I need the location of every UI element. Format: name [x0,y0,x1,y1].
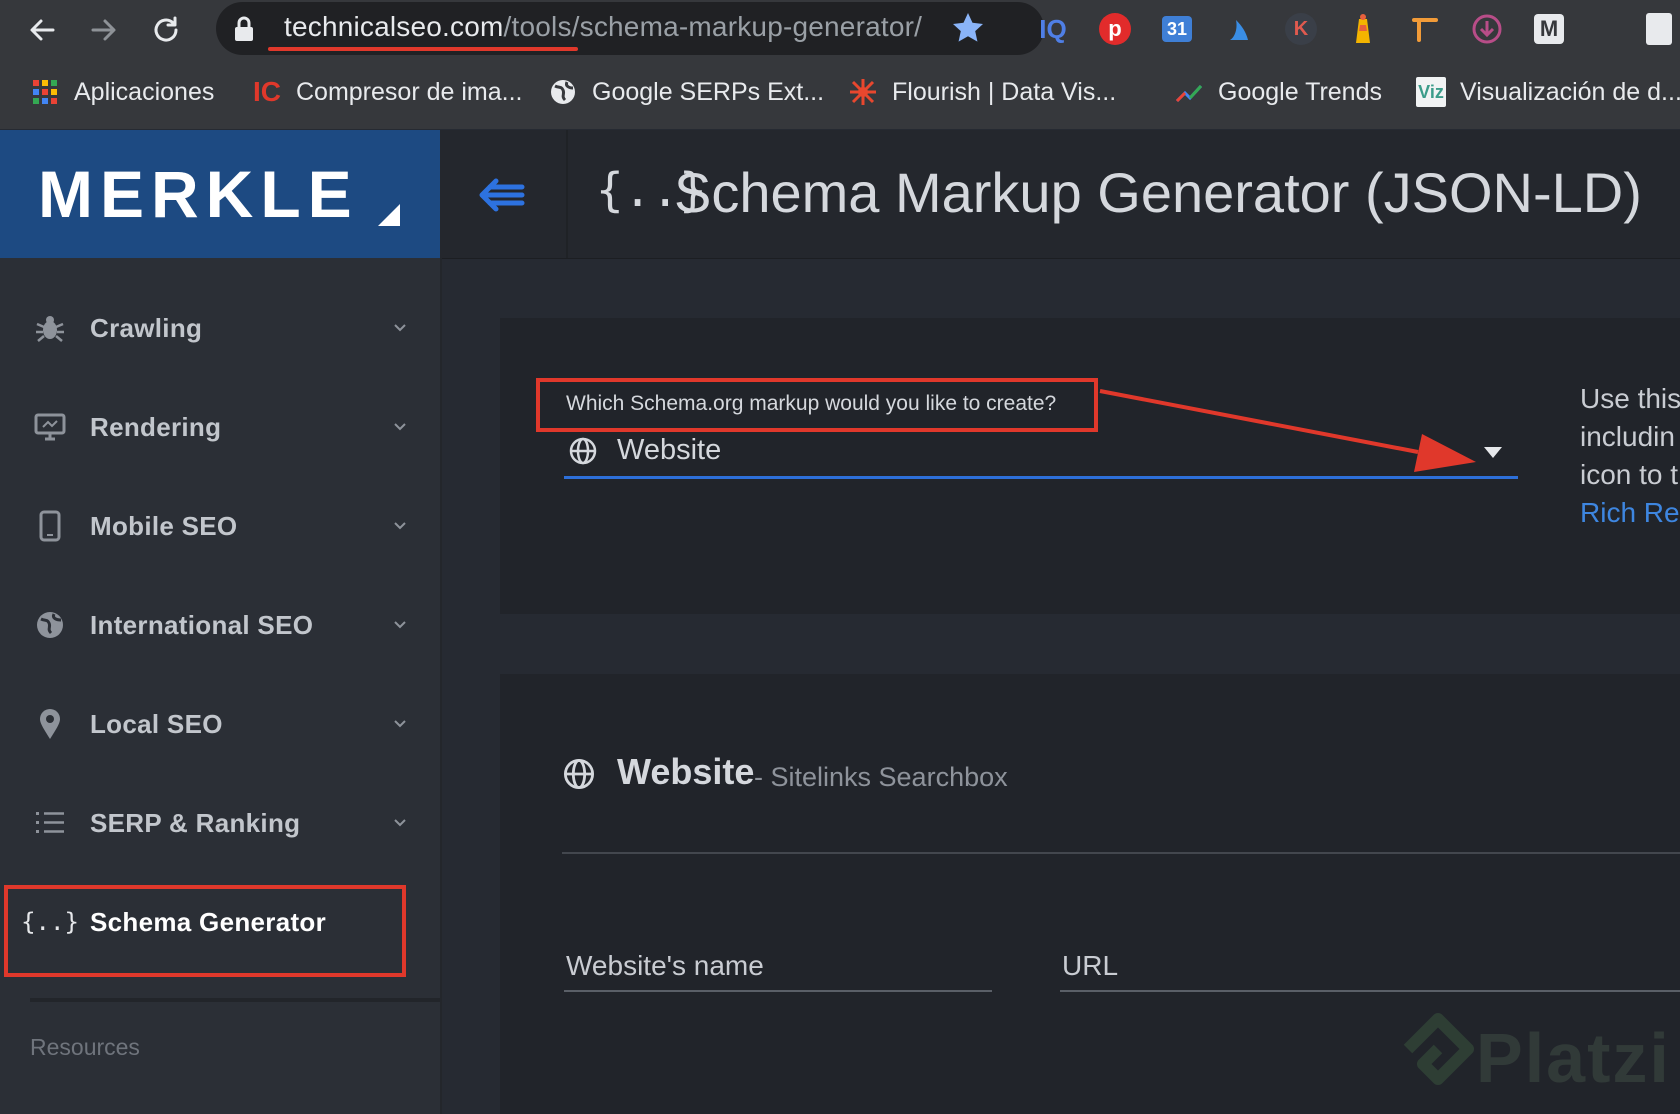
chevron-down-icon [390,714,410,734]
help-text: Use this includin icon to t Rich Res [1580,380,1680,532]
url-domain: technicalseo.com [284,11,504,42]
viz-icon: Viz [1416,77,1446,107]
sidebar-item-mobile-seo[interactable]: Mobile SEO [0,476,440,576]
pinterest-icon[interactable]: p [1096,10,1134,48]
resources-heading[interactable]: Resources [30,1034,140,1061]
url-field[interactable]: URL [1062,950,1118,982]
chevron-down-icon [390,813,410,833]
mobile-icon [30,506,70,546]
sidebar-item-label: Crawling [90,312,203,343]
sidebar-item-label: Rendering [90,411,222,442]
k-icon[interactable]: K [1282,10,1320,48]
section-title: Website [617,751,755,792]
schema-type-select[interactable]: Website [617,434,721,467]
bookmark-label: Aplicaciones [74,77,215,106]
collapse-sidebar-button[interactable] [470,168,532,222]
url-field-underline [1060,990,1680,992]
sidebar-item-label: Mobile SEO [90,510,238,541]
bookmark-compresor[interactable]: IC Compresor de ima... [252,72,522,112]
bookmark-flourish[interactable]: Flourish | Data Vis... [848,72,1116,112]
flame-icon[interactable] [1220,10,1258,48]
help-text-line: Use this [1580,383,1680,414]
list-icon [30,803,70,843]
bookmark-google-serps[interactable]: Google SERPs Ext... [548,72,824,112]
help-text-line: icon to t [1580,459,1679,490]
calendar-icon[interactable]: 31 [1158,10,1196,48]
schema-select-label: Which Schema.org markup would you like t… [566,392,1057,415]
bookmark-visualizacion[interactable]: Viz Visualización de d... [1416,72,1680,112]
rich-results-link[interactable]: Rich Res [1580,494,1680,532]
ic-icon: IC [253,76,281,107]
url-annotation-underline [268,47,578,51]
website-name-underline [564,990,992,992]
section-divider [562,852,1680,854]
doc-icon[interactable] [1640,10,1678,48]
map-pin-icon [30,704,70,744]
bookmark-star-icon[interactable] [950,10,986,46]
bookmark-label: Flourish | Data Vis... [892,77,1117,106]
monitor-icon [30,407,70,447]
globe-icon [562,757,596,791]
sidebar-item-international-seo[interactable]: International SEO [0,575,440,675]
globe-icon [568,436,598,466]
section-subtitle: - Sitelinks Searchbox [754,762,1008,792]
reload-button[interactable] [144,8,188,52]
url-text[interactable]: technicalseo.com/tools/schema-markup-gen… [284,11,922,43]
sidebar-item-crawling[interactable]: Crawling [0,278,440,378]
bookmark-label: Google Trends [1218,77,1382,106]
back-button[interactable] [20,8,64,52]
sidebar-divider [30,998,440,1002]
sidebar-item-serp-ranking[interactable]: SERP & Ranking [0,773,440,873]
reload-icon [154,16,178,42]
forward-arrow-icon [91,19,116,41]
trends-icon [1174,77,1204,107]
lighthouse-icon[interactable] [1344,10,1382,48]
bookmark-aplicaciones[interactable]: Aplicaciones [30,72,214,112]
bookmark-label: Google SERPs Ext... [592,77,825,106]
collapse-arrow-icon [479,178,525,212]
chevron-down-icon [390,615,410,635]
page-title: Schema Markup Generator (JSON-LD) [674,161,1642,224]
chevron-down-icon [390,318,410,338]
m-icon[interactable]: M [1530,10,1568,48]
platzi-watermark-text: Platzi [1476,1019,1671,1097]
select-underline [564,476,1518,479]
sidebar-item-rendering[interactable]: Rendering [0,377,440,477]
iq-icon[interactable]: IQ [1034,10,1072,48]
download-icon[interactable] [1468,10,1506,48]
bookmark-label: Compresor de ima... [296,77,523,106]
apps-grid-icon [30,77,60,107]
pin-icon[interactable] [1406,10,1444,48]
sidebar-item-label: Local SEO [90,708,223,739]
bug-icon [30,308,70,348]
help-text-line: includin [1580,421,1675,452]
globe-icon [30,605,70,645]
merkle-logo[interactable]: MERKLE [38,156,359,232]
website-name-field[interactable]: Website's name [566,950,764,982]
bookmark-google-trends[interactable]: Google Trends [1174,72,1382,112]
lock-icon [232,16,256,42]
chevron-down-icon [390,516,410,536]
forward-button[interactable] [82,8,126,52]
sidebar-item-label: SERP & Ranking [90,807,301,838]
bookmark-label: Visualización de d... [1460,77,1680,106]
chevron-down-icon [390,417,410,437]
flourish-icon [848,77,878,107]
header-divider [566,130,568,258]
sidebar-item-label: International SEO [90,609,314,640]
back-arrow-icon [30,19,55,41]
globe-icon [548,77,578,107]
url-path: /tools/schema-markup-generator/ [503,11,923,42]
schema-generator-highlight [4,885,406,977]
sidebar-item-local-seo[interactable]: Local SEO [0,674,440,774]
logo-corner-mark [378,204,400,226]
dropdown-caret-icon[interactable] [1480,442,1506,462]
